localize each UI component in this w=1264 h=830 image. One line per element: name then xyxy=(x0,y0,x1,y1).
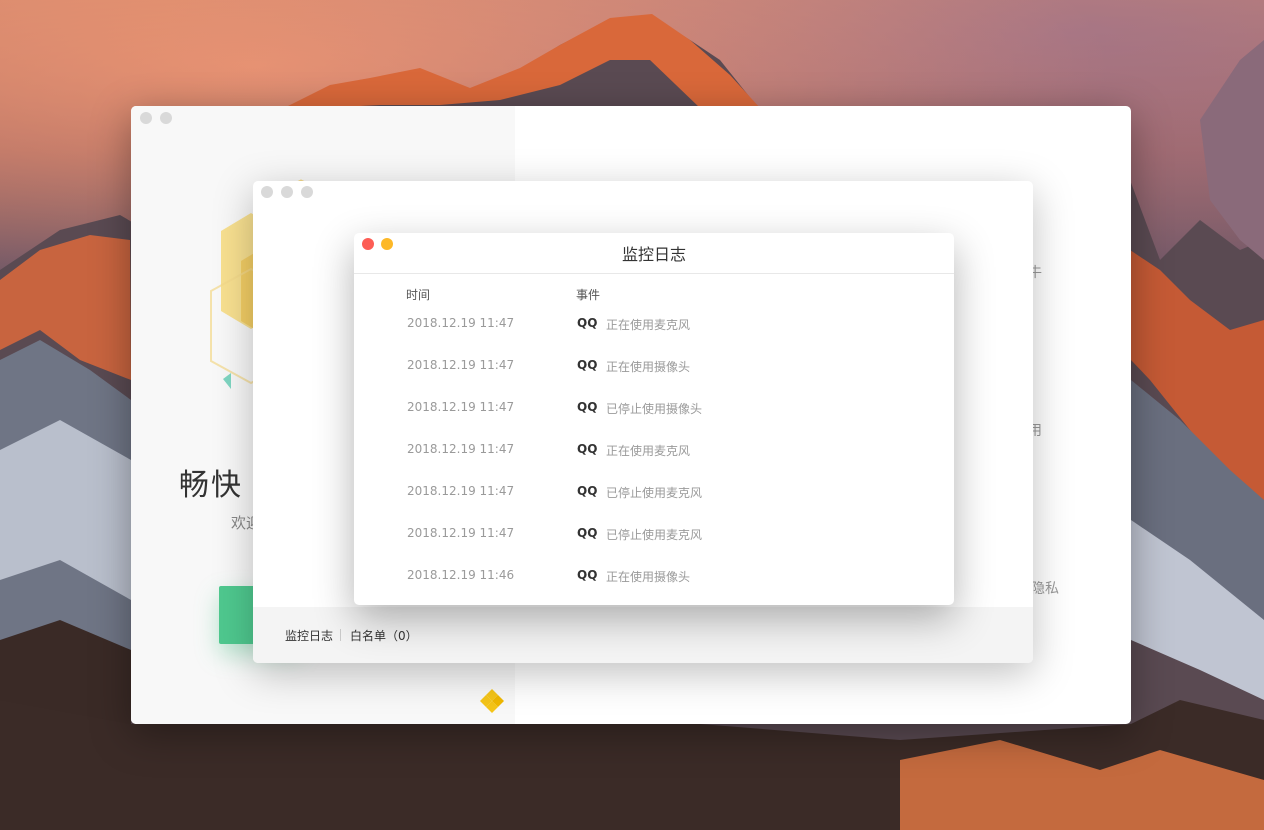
log-row: 2018.12.19 11:47 QQ 已停止使用麦克风 xyxy=(354,526,954,546)
app-logo-icon xyxy=(480,689,504,713)
desktop-wallpaper: 畅快 欢迎 牛 用 私隐私 监控日志 白名单（0） 监控日志 时间 事件 201… xyxy=(0,0,1264,830)
log-event: 正在使用麦克风 xyxy=(606,318,691,332)
footer-bar: 监控日志 白名单（0） xyxy=(253,607,1033,663)
log-app: QQ xyxy=(577,568,598,582)
log-event: 正在使用麦克风 xyxy=(606,444,691,458)
log-row: 2018.12.19 11:47 QQ 正在使用麦克风 xyxy=(354,316,954,336)
column-header-event: 事件 xyxy=(576,288,601,302)
tab-monitor-log[interactable]: 监控日志 xyxy=(285,627,333,644)
close-button[interactable] xyxy=(140,112,152,124)
log-event: 已停止使用麦克风 xyxy=(606,486,703,500)
log-app: QQ xyxy=(577,358,598,372)
log-app: QQ xyxy=(577,526,598,540)
log-row: 2018.12.19 11:47 QQ 正在使用麦克风 xyxy=(354,442,954,462)
log-time: 2018.12.19 11:47 xyxy=(407,400,515,414)
minimize-button[interactable] xyxy=(281,186,293,198)
tab-divider xyxy=(340,629,341,641)
log-event: 正在使用摄像头 xyxy=(606,570,691,584)
log-time: 2018.12.19 11:47 xyxy=(407,526,515,540)
dialog-title: 监控日志 xyxy=(621,245,686,264)
window-controls xyxy=(261,186,313,198)
zoom-button[interactable] xyxy=(301,186,313,198)
log-row: 2018.12.19 11:46 QQ 正在使用摄像头 xyxy=(354,568,954,588)
window-controls xyxy=(140,112,172,124)
minimize-button[interactable] xyxy=(160,112,172,124)
monitor-log-dialog: 监控日志 时间 事件 2018.12.19 11:47 QQ 正在使用麦克风 2… xyxy=(354,233,954,605)
log-app: QQ xyxy=(577,316,598,330)
log-app: QQ xyxy=(577,442,598,456)
log-row: 2018.12.19 11:47 QQ 已停止使用摄像头 xyxy=(354,400,954,420)
dialog-titlebar: 监控日志 xyxy=(354,233,954,274)
log-time: 2018.12.19 11:47 xyxy=(407,484,515,498)
log-time: 2018.12.19 11:47 xyxy=(407,358,515,372)
tab-whitelist[interactable]: 白名单（0） xyxy=(350,627,418,644)
column-header-time: 时间 xyxy=(406,288,431,302)
log-time: 2018.12.19 11:47 xyxy=(407,316,515,330)
log-row: 2018.12.19 11:47 QQ 已停止使用麦克风 xyxy=(354,484,954,504)
close-button[interactable] xyxy=(261,186,273,198)
log-app: QQ xyxy=(577,400,598,414)
log-event: 正在使用摄像头 xyxy=(606,360,691,374)
hero-title: 畅快 xyxy=(179,468,243,503)
log-app: QQ xyxy=(577,484,598,498)
log-time: 2018.12.19 11:47 xyxy=(407,442,515,456)
log-row: 2018.12.19 11:47 QQ 正在使用摄像头 xyxy=(354,358,954,378)
log-event: 已停止使用摄像头 xyxy=(606,402,703,416)
log-event: 已停止使用麦克风 xyxy=(606,528,703,542)
log-time: 2018.12.19 11:46 xyxy=(407,568,515,582)
